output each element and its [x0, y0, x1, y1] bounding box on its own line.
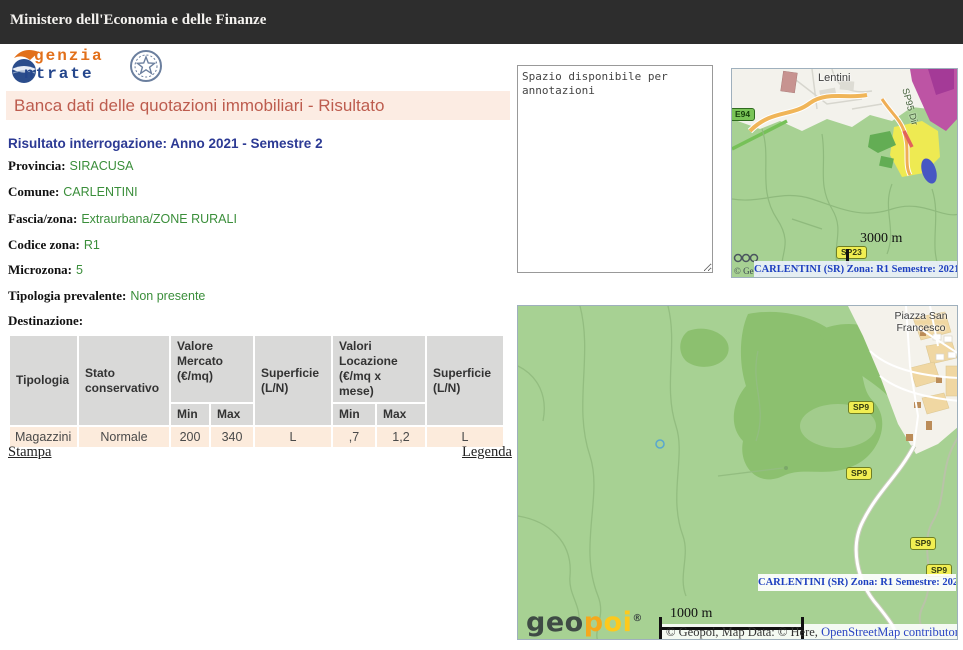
italy-emblem-icon	[128, 47, 164, 85]
cell-vm-min: 200	[171, 427, 209, 447]
field-label: Provincia:	[8, 158, 66, 173]
road-shield-sp23: SP23	[836, 246, 867, 259]
col-header-vm-min: Min	[171, 404, 209, 425]
scale-label-top-map: 3000 m	[860, 231, 902, 247]
field-label: Codice zona:	[8, 237, 80, 252]
cell-vl-min: ,7	[333, 427, 375, 447]
openstreetmap-link[interactable]: OpenStreetMap contributors	[821, 625, 958, 639]
col-header-valore-mercato: Valore Mercato (€/mq)	[171, 336, 253, 402]
cell-vl-max: 1,2	[377, 427, 425, 447]
field-value: CARLENTINI	[59, 185, 137, 199]
map-bottom-caption: CARLENTINI (SR) Zona: R1 Semestre: 20212	[758, 574, 956, 591]
field-label: Tipologia prevalente:	[8, 288, 126, 303]
scale-bar-tick-left	[659, 617, 662, 639]
page-title-banner: Banca dati delle quotazioni immobiliari …	[6, 91, 510, 120]
col-header-vl-max: Max	[377, 404, 425, 425]
registered-mark: ®	[632, 613, 643, 624]
map-top-caption: CARLENTINI (SR) Zona: R1 Semestre: 20212	[754, 261, 958, 278]
field-value: R1	[80, 238, 100, 252]
field-label: Fascia/zona:	[8, 211, 77, 226]
annotations-textarea[interactable]: Spazio disponibile per annotazioni	[517, 65, 713, 273]
ministry-bar: Ministero dell'Economia e delle Finanze	[0, 0, 963, 44]
cell-superficie-1: L	[255, 427, 331, 447]
map-bottom[interactable]: Piazza San Francesco SP9 SP9 SP9 SP9 CAR…	[517, 305, 958, 640]
field-destinazione: Destinazione:	[8, 313, 87, 329]
result-heading: Risultato interrogazione: Anno 2021 - Se…	[8, 136, 323, 151]
field-value	[83, 314, 87, 328]
field-label: Comune:	[8, 184, 59, 199]
geopoi-logo-oi: oi	[604, 607, 633, 638]
col-header-stato: Stato conservativo	[79, 336, 169, 425]
cell-stato: Normale	[79, 427, 169, 447]
road-shield-e94: E94	[731, 108, 755, 121]
town-label-lentini: Lentini	[818, 72, 850, 84]
col-header-vm-max: Max	[211, 404, 253, 425]
place-label-piazza-san-francesco: Piazza San Francesco	[886, 310, 956, 334]
cell-vm-max: 340	[211, 427, 253, 447]
col-header-vl-min: Min	[333, 404, 375, 425]
map-attribution: © Geopoi, Map Data: © Here, OpenStreetMa…	[666, 625, 958, 640]
attribution-text: © Geopoi, Map Data: © Here,	[666, 625, 821, 639]
page: Ministero dell'Economia e delle Finanze …	[0, 0, 963, 650]
road-shield-sp9: SP9	[846, 467, 872, 480]
col-header-tipologia: Tipologia	[10, 336, 77, 425]
ministry-title: Ministero dell'Economia e delle Finanze	[0, 0, 963, 29]
field-value: Non presente	[126, 289, 205, 303]
field-value: Extraurbana/ZONE RURALI	[77, 212, 237, 226]
quotations-table: Tipologia Stato conservativo Valore Merc…	[8, 334, 505, 449]
field-provincia: Provincia:SIRACUSA	[8, 158, 133, 174]
geopoi-logo-geo: geo	[526, 607, 584, 638]
col-header-valori-locazione: Valori Locazione (€/mq x mese)	[333, 336, 425, 402]
field-value: 5	[72, 263, 83, 277]
logo-text-line1: genzia	[34, 47, 104, 65]
geopoi-logo: geopoi®	[526, 604, 643, 638]
print-link[interactable]: Stampa	[8, 444, 52, 461]
legend-link[interactable]: Legenda	[462, 444, 512, 461]
map-top[interactable]: Lentini E94 SP95 Dir SP23 3000 m © Geop …	[731, 68, 958, 278]
field-codice-zona: Codice zona:R1	[8, 237, 100, 253]
logo-text-line2: ntrate	[24, 65, 104, 83]
road-shield-sp9: SP9	[910, 537, 936, 550]
field-fascia-zona: Fascia/zona:Extraurbana/ZONE RURALI	[8, 211, 237, 227]
table-row: Magazzini Normale 200 340 L ,7 1,2 L	[10, 427, 503, 447]
col-header-superficie-2: Superficie (L/N)	[427, 336, 503, 425]
field-tipologia-prevalente: Tipologia prevalente:Non presente	[8, 288, 205, 304]
scale-label-bottom-map: 1000 m	[670, 606, 712, 622]
road-shield-sp9: SP9	[848, 401, 874, 414]
field-comune: Comune:CARLENTINI	[8, 184, 138, 200]
page-title: Banca dati delle quotazioni immobiliari …	[6, 91, 510, 120]
field-label: Destinazione:	[8, 313, 83, 328]
field-label: Microzona:	[8, 262, 72, 277]
geopoi-logo-p: p	[584, 607, 604, 638]
col-header-superficie-1: Superficie (L/N)	[255, 336, 331, 425]
field-microzona: Microzona:5	[8, 262, 83, 278]
field-value: SIRACUSA	[66, 159, 134, 173]
